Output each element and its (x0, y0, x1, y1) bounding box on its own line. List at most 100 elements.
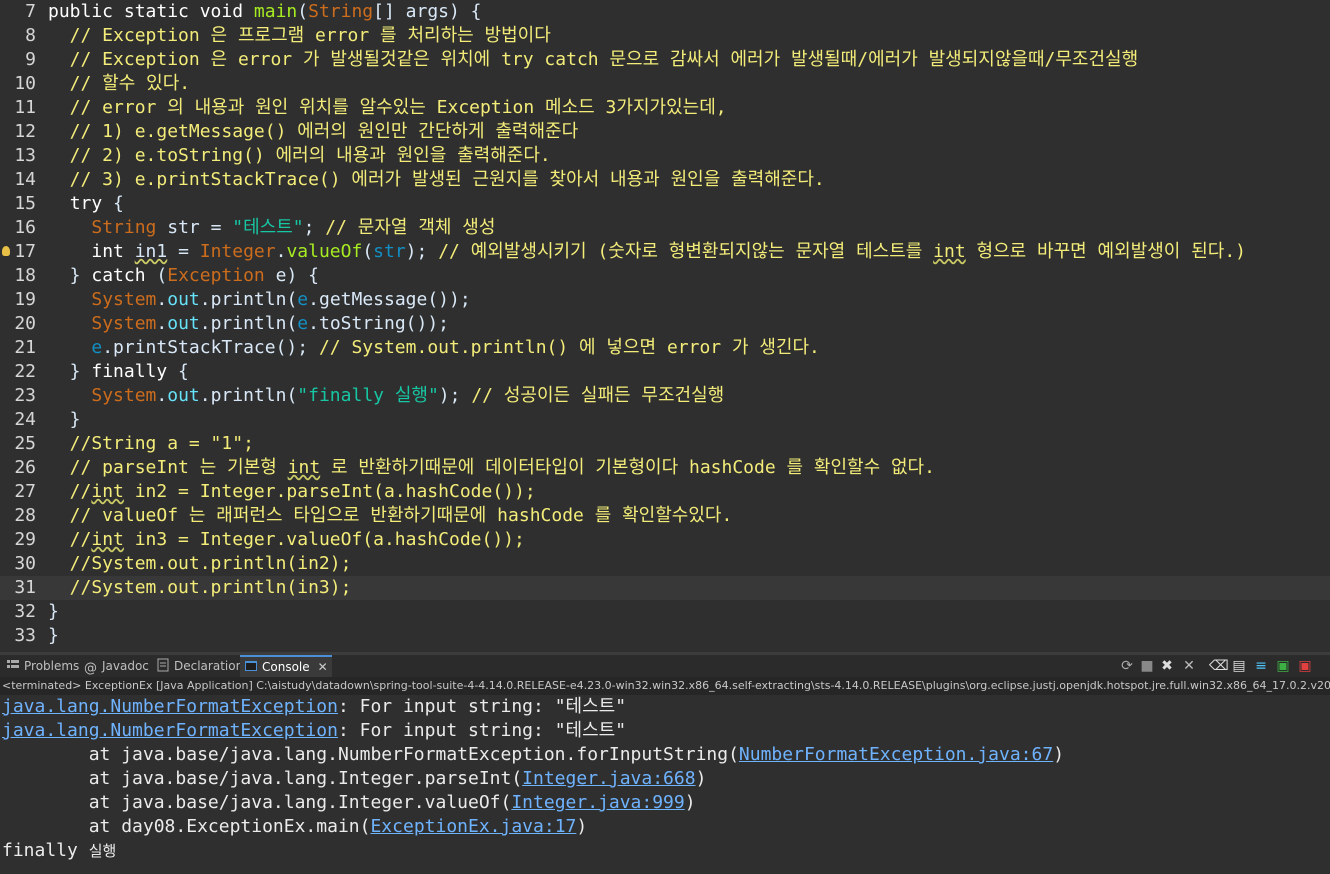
code-token: // 1) e.getMessage() 에러의 원인만 간단하게 출력해준다 (48, 121, 579, 142)
pin-console-icon[interactable]: ▣ (1275, 658, 1291, 674)
code-line[interactable]: 11 // error 의 내용과 원인 위치를 알수있는 Exception … (0, 96, 1330, 120)
line-number: 32 (14, 601, 36, 622)
stack-trace-link[interactable]: Integer.java:999 (511, 792, 684, 813)
line-number: 11 (14, 97, 36, 118)
code-line[interactable]: 17 int in1 = Integer.valueOf(str); // 예외… (0, 240, 1330, 264)
code-token: . (156, 289, 168, 310)
code-token: System (91, 289, 157, 310)
tab-javadoc[interactable]: @ Javadoc (80, 655, 153, 677)
scroll-lock-icon[interactable]: ▤ (1231, 658, 1247, 674)
code-token: System (91, 313, 157, 334)
code-line[interactable]: 32} (0, 600, 1330, 624)
line-number: 27 (14, 481, 36, 502)
code-token: out (167, 313, 200, 334)
tab-label: Declaration (174, 659, 244, 673)
code-text: //int in3 = Integer.valueOf(a.hashCode()… (48, 528, 525, 552)
code-line[interactable]: 18 } catch (Exception e) { (0, 264, 1330, 288)
code-text: // 2) e.toString() 에러의 내용과 원인을 출력해준다. (48, 144, 551, 168)
console-line: at day08.ExceptionEx.main(ExceptionEx.ja… (2, 815, 588, 839)
code-line[interactable]: 26 // parseInt 는 기본형 int 로 반환하기때문에 데이터타입… (0, 456, 1330, 480)
code-line[interactable]: 30 //System.out.println(in2); (0, 552, 1330, 576)
stack-trace-link[interactable]: java.lang.NumberFormatException (2, 696, 338, 717)
code-token: // 3) e.printStackTrace() 에러가 발생된 근원지를 찾… (48, 169, 825, 190)
declaration-icon (156, 657, 170, 672)
code-token: { (102, 193, 124, 214)
tab-declaration[interactable]: Declaration (152, 655, 247, 677)
code-line[interactable]: 10 // 할수 있다. (0, 72, 1330, 96)
code-line[interactable]: 21 e.printStackTrace(); // System.out.pr… (0, 336, 1330, 360)
code-token: // 할수 있다. (48, 73, 191, 94)
code-token: try (69, 193, 103, 214)
code-line[interactable]: 8 // Exception 은 프로그램 error 를 처리하는 방법이다 (0, 24, 1330, 48)
code-token: in2 = Integer.parseInt(a.hashCode()); (123, 481, 536, 502)
code-line[interactable]: 31 //System.out.println(in3); (0, 576, 1330, 600)
code-line[interactable]: 24 } (0, 408, 1330, 432)
code-token: str = (156, 217, 233, 238)
code-token: // Exception 은 프로그램 error 를 처리하는 방법이다 (48, 25, 551, 46)
line-number: 10 (14, 73, 36, 94)
code-line[interactable]: 15 try { (0, 192, 1330, 216)
code-token: // parseInt 는 기본형 (48, 457, 288, 478)
console-text: at java.base/java.lang.Integer.valueOf( (2, 792, 512, 813)
console-output[interactable]: java.lang.NumberFormatException: For inp… (0, 695, 1330, 874)
code-editor[interactable]: 7 public static void main(String[] args) … (0, 0, 1330, 652)
code-text: System.out.println(e.toString()); (48, 312, 449, 336)
code-line[interactable]: 23 System.out.println("finally 실행"); // … (0, 384, 1330, 408)
console-text: finally (2, 840, 89, 861)
line-number: 20 (14, 313, 36, 334)
remove-all-terminated-icon[interactable]: ✕ (1181, 658, 1197, 674)
line-number: 21 (14, 337, 36, 358)
clear-console-icon[interactable]: ⌫ (1209, 658, 1229, 674)
line-number: 15 (14, 193, 36, 214)
code-token: ); (405, 241, 439, 262)
line-number: 25 (14, 433, 36, 454)
stack-trace-link[interactable]: Integer.java:668 (522, 768, 695, 789)
stack-trace-link[interactable]: java.lang.NumberFormatException (2, 720, 338, 741)
close-icon[interactable]: ✕ (318, 660, 328, 674)
code-line[interactable]: 29 //int in3 = Integer.valueOf(a.hashCod… (0, 528, 1330, 552)
code-token: "테스트" (232, 217, 304, 238)
console-text: at java.base/java.lang.NumberFormatExcep… (2, 744, 739, 765)
stack-trace-link[interactable]: ExceptionEx.java:17 (370, 816, 576, 837)
remove-launch-icon[interactable]: ✖ (1159, 658, 1175, 674)
code-line[interactable]: 20 System.out.println(e.toString()); (0, 312, 1330, 336)
code-token: ; (303, 217, 326, 238)
tab-problems[interactable]: Problems (2, 655, 83, 677)
console-line: finally 실행 (2, 839, 116, 863)
word-wrap-icon[interactable]: ≡ (1253, 658, 1269, 674)
stack-trace-link[interactable]: NumberFormatException.java:67 (739, 744, 1053, 765)
rerun-icon[interactable]: ⟳ (1119, 658, 1135, 674)
stop-icon[interactable]: ■ (1139, 658, 1155, 674)
console-line: at java.base/java.lang.Integer.valueOf(I… (2, 791, 696, 815)
code-line[interactable]: 13 // 2) e.toString() 에러의 내용과 원인을 출력해준다. (0, 144, 1330, 168)
code-token: public static void (48, 1, 254, 22)
open-console-icon[interactable]: ▣ (1297, 658, 1313, 674)
code-token: String (308, 1, 374, 22)
code-text: // error 의 내용과 원인 위치를 알수있는 Exception 메소드… (48, 96, 727, 120)
code-text: System.out.println(e.getMessage()); (48, 288, 470, 312)
code-line[interactable]: 16 String str = "테스트"; // 문자열 객체 생성 (0, 216, 1330, 240)
line-number: 24 (14, 409, 36, 430)
code-token: System (91, 385, 157, 406)
code-token: out (167, 289, 200, 310)
code-text: // 할수 있다. (48, 72, 190, 96)
code-line[interactable]: 22 } finally { (0, 360, 1330, 384)
code-line[interactable]: 25 //String a = "1"; (0, 432, 1330, 456)
code-line[interactable]: 19 System.out.println(e.getMessage()); (0, 288, 1330, 312)
code-line[interactable]: 27 //int in2 = Integer.parseInt(a.hashCo… (0, 480, 1330, 504)
code-line[interactable]: 9 // Exception 은 error 가 발생될것같은 위치에 try … (0, 48, 1330, 72)
code-line[interactable]: 14 // 3) e.printStackTrace() 에러가 발생된 근원지… (0, 168, 1330, 192)
code-token: { (167, 361, 189, 382)
code-line[interactable]: 28 // valueOf 는 래퍼런스 타입으로 반환하기때문에 hashCo… (0, 504, 1330, 528)
code-token: . (156, 385, 168, 406)
code-line[interactable]: 12 // 1) e.getMessage() 에러의 원인만 간단하게 출력해… (0, 120, 1330, 144)
code-line[interactable]: 33} (0, 624, 1330, 648)
quick-fix-lightbulb-icon[interactable] (2, 246, 10, 256)
line-number: 14 (14, 169, 36, 190)
code-text: e.printStackTrace(); // System.out.print… (48, 336, 820, 360)
tab-console[interactable]: Console ✕ (240, 655, 332, 677)
console-text: ) (695, 768, 707, 789)
tab-label: Javadoc (102, 659, 149, 673)
code-line[interactable]: 7 public static void main(String[] args) … (0, 0, 1330, 24)
code-token: int (91, 241, 135, 262)
